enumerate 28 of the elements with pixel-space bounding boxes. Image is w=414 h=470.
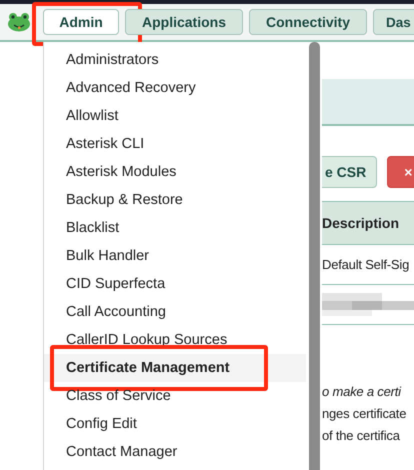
menu-item[interactable]: Asterisk CLI — [44, 130, 306, 158]
help-text: of the certifica — [322, 427, 401, 445]
nav-tab[interactable]: Connectivity — [249, 9, 367, 35]
menu-item[interactable]: Bulk Handler — [44, 242, 306, 270]
menu-item[interactable]: Backup & Restore — [44, 186, 306, 214]
menu-item[interactable]: Config Edit — [44, 410, 306, 438]
menu-item[interactable]: Administrators — [44, 46, 306, 74]
menu-item[interactable]: Blacklist — [44, 214, 306, 242]
menu-item[interactable]: CID Superfecta — [44, 270, 306, 298]
menu-item[interactable]: Class of Service — [44, 382, 306, 410]
menu-item[interactable]: Certificate Management — [44, 354, 306, 382]
frog-icon[interactable] — [7, 12, 31, 32]
table-cell: Default Self-Sig — [322, 257, 410, 272]
nav-tab[interactable]: Applications — [125, 9, 243, 35]
menu-item[interactable]: Asterisk Modules — [44, 158, 306, 186]
menu-item[interactable]: Call Accounting — [44, 298, 306, 326]
help-text: o make a certi — [322, 383, 402, 401]
menu-item[interactable]: Allowlist — [44, 102, 306, 130]
delete-button[interactable]: × — [387, 156, 414, 188]
nav-tab[interactable]: Admin — [43, 9, 119, 35]
menu-item[interactable]: Advanced Recovery — [44, 74, 306, 102]
menu-item[interactable]: CallerID Lookup Sources — [44, 326, 306, 354]
column-header: Description — [322, 215, 400, 231]
help-text: nges certificate — [322, 405, 408, 423]
scrollbar[interactable] — [309, 42, 320, 470]
nav-tab[interactable]: Das — [373, 9, 414, 35]
action-button[interactable]: e CSR — [322, 156, 378, 188]
menu-item[interactable]: Contact Manager — [44, 438, 306, 466]
